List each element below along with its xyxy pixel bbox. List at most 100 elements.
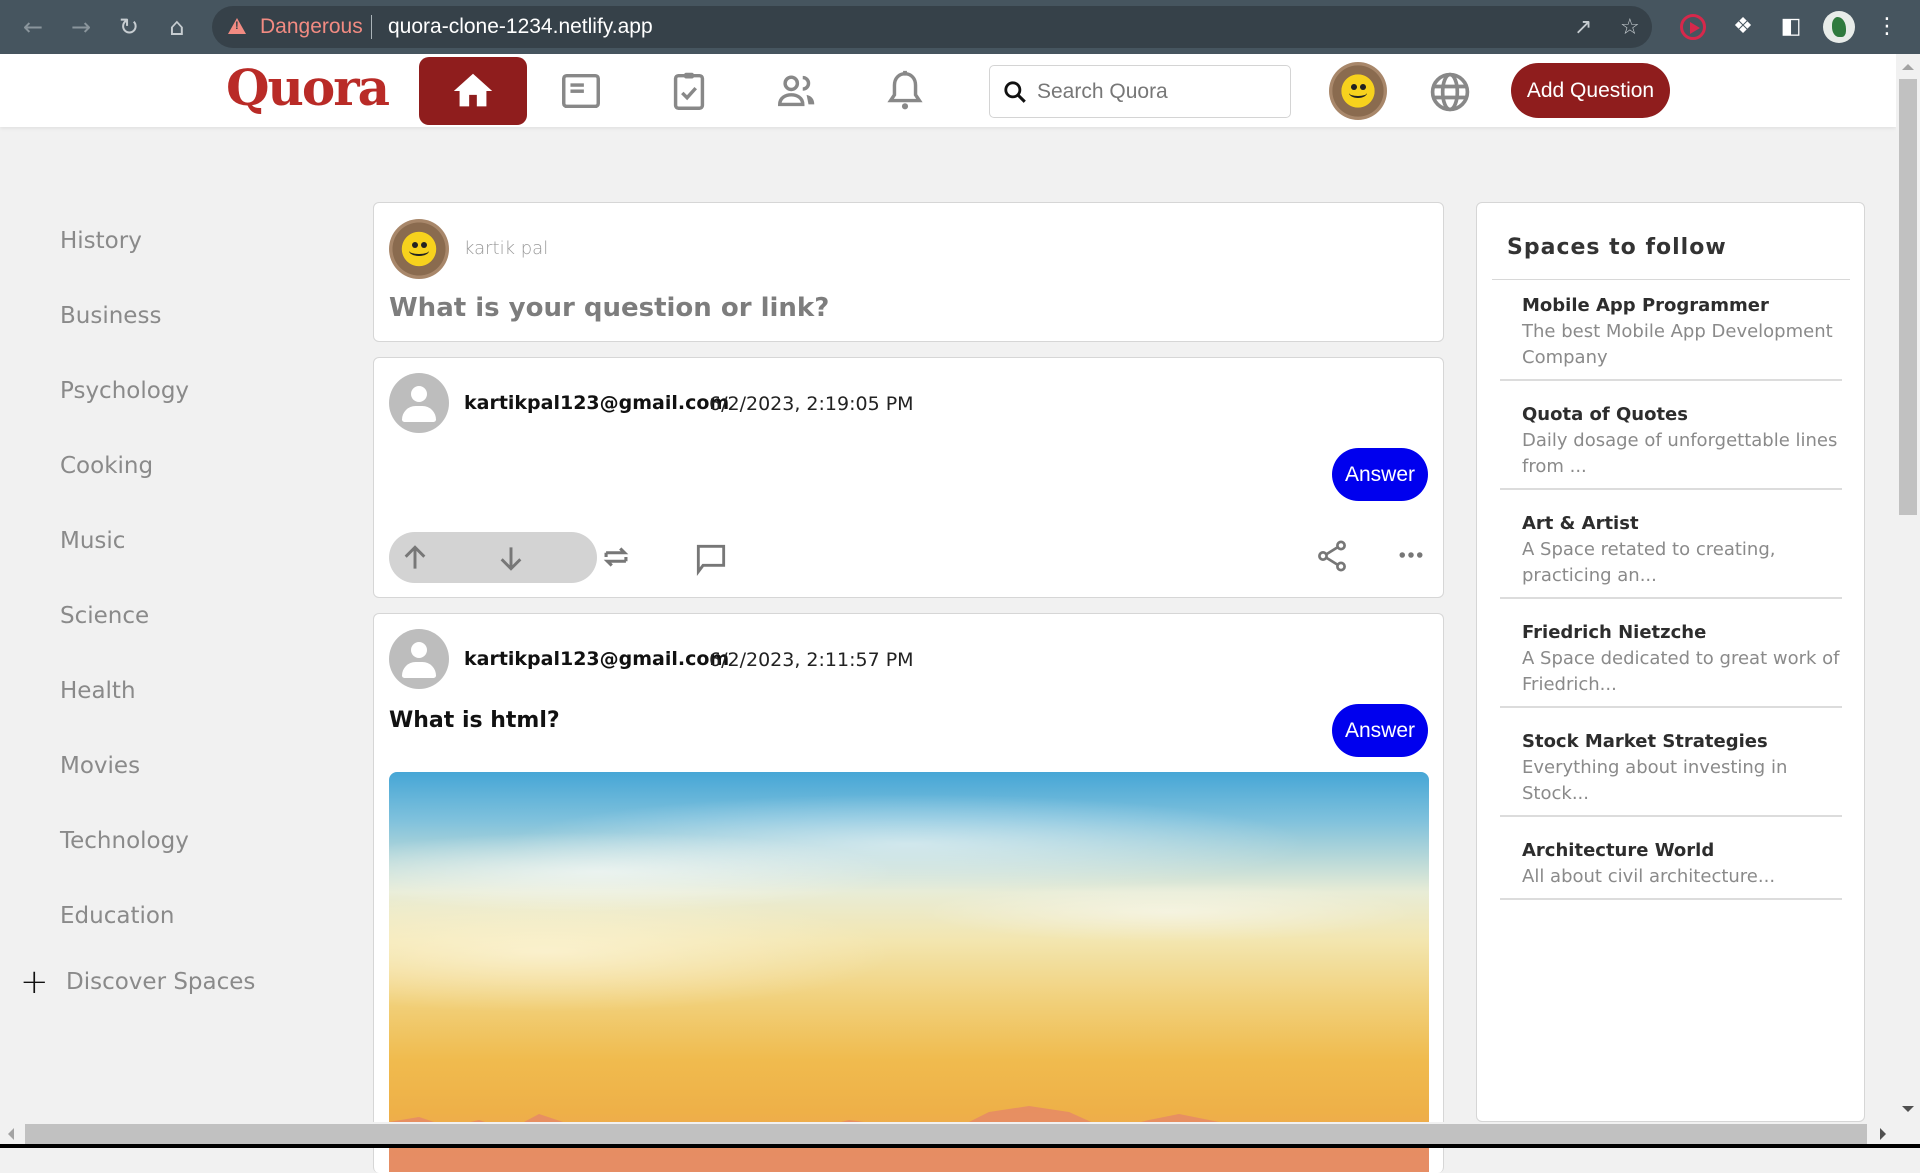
space-name: Art & Artist (1522, 513, 1639, 534)
space-name: Quota of Quotes (1522, 404, 1688, 425)
search-box[interactable] (989, 65, 1291, 118)
more-options-icon[interactable] (1396, 540, 1426, 570)
vote-pill (389, 532, 597, 583)
horizontal-scrollbar[interactable] (0, 1122, 1896, 1144)
discover-spaces-label: Discover Spaces (66, 969, 256, 995)
nav-following[interactable] (527, 57, 635, 125)
record-extension-icon[interactable] (1680, 14, 1706, 40)
horizontal-scroll-thumb[interactable] (25, 1124, 1867, 1144)
nav-notifications[interactable] (851, 57, 959, 125)
post-author-email: kartikpal123@gmail.com (464, 648, 730, 670)
warning-icon (228, 18, 246, 34)
composer-username: kartik pal (464, 238, 549, 259)
space-item[interactable]: Stock Market Strategies Everything about… (1500, 729, 1842, 817)
quora-logo[interactable]: Quora (226, 58, 390, 117)
sidebar-item-psychology[interactable]: Psychology (60, 378, 189, 404)
address-bar[interactable]: Dangerous quora-clone-1234.netlify.app ↗… (212, 6, 1652, 48)
composer-avatar (389, 219, 449, 279)
answer-button[interactable]: Answer (1332, 448, 1428, 501)
nav-home[interactable] (419, 57, 527, 125)
add-question-button[interactable]: Add Question (1511, 63, 1670, 118)
space-name: Stock Market Strategies (1522, 731, 1768, 752)
downvote-arrow-icon[interactable] (495, 542, 527, 574)
scroll-left-arrow-icon[interactable] (8, 1128, 14, 1140)
vertical-scrollbar[interactable] (1896, 54, 1920, 1122)
sidebar-item-music[interactable]: Music (60, 528, 125, 554)
scroll-down-arrow-icon[interactable] (1902, 1106, 1914, 1112)
sidebar-item-health[interactable]: Health (60, 678, 136, 704)
search-icon (1004, 81, 1026, 103)
sidebar-item-cooking[interactable]: Cooking (60, 453, 153, 479)
browser-profile-avatar[interactable] (1823, 11, 1855, 43)
post-image-sunset (389, 772, 1429, 1172)
side-panel-icon[interactable]: ◧ (1776, 12, 1806, 42)
space-desc: The best Mobile App Development Company (1522, 321, 1833, 368)
scroll-right-arrow-icon[interactable] (1880, 1128, 1886, 1140)
scroll-up-arrow-icon[interactable] (1902, 64, 1914, 70)
bookmark-star-icon[interactable]: ☆ (1620, 15, 1640, 40)
sidebar-item-technology[interactable]: Technology (60, 828, 189, 854)
upvote-arrow-icon[interactable] (399, 542, 431, 574)
comment-icon[interactable] (692, 540, 730, 578)
space-name: Friedrich Nietzche (1522, 622, 1707, 643)
search-input[interactable] (1037, 78, 1277, 106)
sidebar-item-education[interactable]: Education (60, 903, 175, 929)
discover-spaces-link[interactable]: + Discover Spaces (20, 962, 256, 1002)
question-composer[interactable]: kartik pal What is your question or link… (373, 202, 1444, 342)
nav-answer[interactable] (635, 57, 743, 125)
people-icon (778, 75, 815, 107)
space-desc: A Space dedicated to great work of Fried… (1522, 648, 1840, 695)
space-desc: A Space retated to creating, practicing … (1522, 539, 1776, 586)
space-item[interactable]: Architecture World All about civil archi… (1500, 838, 1842, 900)
answer-button[interactable]: Answer (1332, 704, 1428, 757)
language-globe-icon[interactable] (1428, 70, 1472, 114)
security-label[interactable]: Dangerous (260, 15, 363, 39)
back-icon[interactable]: ← (18, 12, 48, 42)
post-card: kartikpal123@gmail.com 6/2/2023, 2:19:05… (373, 357, 1444, 598)
share-icon[interactable]: ↗ (1574, 15, 1592, 40)
assignment-check-icon (673, 72, 705, 110)
home-browser-icon[interactable]: ⌂ (162, 12, 192, 42)
sidebar-item-history[interactable]: History (60, 228, 142, 254)
composer-prompt[interactable]: What is your question or link? (389, 293, 829, 323)
divider (371, 15, 372, 39)
post-author-email: kartikpal123@gmail.com (464, 392, 730, 414)
space-desc: Everything about investing in Stock... (1522, 757, 1788, 804)
space-name: Mobile App Programmer (1522, 295, 1769, 316)
app-navbar: Quora Add Question (0, 54, 1896, 127)
space-item[interactable]: Mobile App Programmer The best Mobile Ap… (1500, 293, 1842, 381)
sidebar-item-science[interactable]: Science (60, 603, 149, 629)
space-desc: Daily dosage of unforgettable lines from… (1522, 430, 1838, 477)
window-bottom-edge (0, 1144, 1920, 1148)
space-name: Architecture World (1522, 840, 1715, 861)
browser-menu-icon[interactable]: ⋮ (1872, 12, 1902, 42)
vertical-scroll-thumb[interactable] (1899, 79, 1917, 515)
repost-icon[interactable] (599, 540, 633, 574)
divider (1492, 279, 1850, 280)
sidebar-item-movies[interactable]: Movies (60, 753, 140, 779)
space-item[interactable]: Friedrich Nietzche A Space dedicated to … (1500, 620, 1842, 708)
home-icon (453, 73, 493, 107)
forward-icon[interactable]: → (66, 12, 96, 42)
user-avatar[interactable] (1329, 62, 1387, 120)
url-text[interactable]: quora-clone-1234.netlify.app (388, 15, 653, 39)
spaces-to-follow-panel: Spaces to follow Mobile App Programmer T… (1476, 202, 1865, 1122)
default-avatar (389, 629, 449, 689)
space-desc: All about civil architecture... (1522, 866, 1776, 887)
space-item[interactable]: Art & Artist A Space retated to creating… (1500, 511, 1842, 599)
post-timestamp: 6/2/2023, 2:19:05 PM (709, 393, 914, 415)
nav-spaces[interactable] (743, 57, 851, 125)
space-item[interactable]: Quota of Quotes Daily dosage of unforget… (1500, 402, 1842, 490)
post-timestamp: 6/2/2023, 2:11:57 PM (709, 649, 914, 671)
post-card: kartikpal123@gmail.com 6/2/2023, 2:11:57… (373, 613, 1444, 1173)
notifications-icon (887, 70, 923, 110)
reload-icon[interactable]: ↻ (114, 12, 144, 42)
default-avatar (389, 373, 449, 433)
browser-toolbar: ← → ↻ ⌂ Dangerous quora-clone-1234.netli… (0, 0, 1920, 54)
sidebar-item-business[interactable]: Business (60, 303, 161, 329)
news-icon (562, 73, 600, 109)
share-icon[interactable] (1314, 538, 1350, 574)
extensions-puzzle-icon[interactable]: ❖ (1728, 12, 1758, 42)
plus-icon: + (20, 962, 49, 1002)
post-question[interactable]: What is html? (389, 708, 560, 733)
